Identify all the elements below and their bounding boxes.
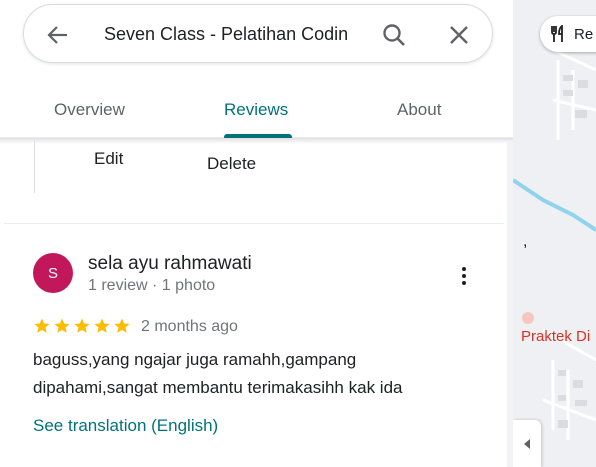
star-icon — [34, 318, 50, 333]
see-translation-link[interactable]: See translation (English) — [33, 416, 218, 436]
tab-overview[interactable]: Overview — [54, 100, 125, 120]
collapse-panel-button[interactable] — [513, 420, 541, 467]
tab-bar: Overview Reviews About — [0, 80, 513, 138]
review-text-line: baguss,yang ngajar juga ramahh,gampang — [33, 350, 357, 369]
search-input[interactable]: Seven Class - Pelatihan Codin — [104, 24, 364, 45]
divider — [4, 223, 504, 224]
reviewer-meta: 1 review · 1 photo — [88, 277, 216, 294]
edit-menu-item[interactable]: Edit — [94, 149, 123, 169]
delete-menu-item[interactable]: Delete — [207, 154, 256, 174]
tab-reviews[interactable]: Reviews — [224, 100, 288, 120]
more-vert-icon — [462, 267, 466, 271]
star-icon — [74, 318, 90, 333]
side-panel: Seven Class - Pelatihan Codin Overview R… — [0, 0, 513, 467]
arrow-back-icon — [47, 26, 67, 44]
restaurants-chip[interactable]: Re — [540, 16, 596, 52]
reviewer-name[interactable]: sela ayu rahmawati — [88, 253, 252, 275]
panel-scroll-edge — [507, 141, 513, 467]
star-icon — [54, 318, 70, 333]
close-icon — [450, 26, 468, 44]
map-mark: , — [523, 233, 528, 250]
review-text: baguss,yang ngajar juga ramahh,gampang d… — [33, 346, 493, 402]
restaurants-chip-label: Re — [574, 25, 594, 43]
star-rating — [33, 317, 131, 335]
restaurant-icon — [551, 25, 563, 42]
chevron-left-icon — [524, 438, 530, 449]
search-box: Seven Class - Pelatihan Codin — [23, 4, 493, 63]
star-icon — [114, 318, 130, 333]
tab-about[interactable]: About — [397, 100, 441, 120]
search-button[interactable] — [380, 21, 408, 49]
search-icon — [383, 24, 405, 46]
close-button[interactable] — [445, 21, 473, 49]
avatar[interactable]: S — [33, 253, 73, 293]
map-place-label[interactable]: Praktek Di — [521, 328, 590, 345]
back-button[interactable] — [44, 21, 72, 49]
review-text-line: dipahami,sangat membantu terimakasihh ka… — [33, 378, 403, 397]
review-date: 2 months ago — [141, 318, 238, 335]
more-options-button[interactable] — [452, 264, 476, 288]
star-icon — [94, 318, 110, 333]
